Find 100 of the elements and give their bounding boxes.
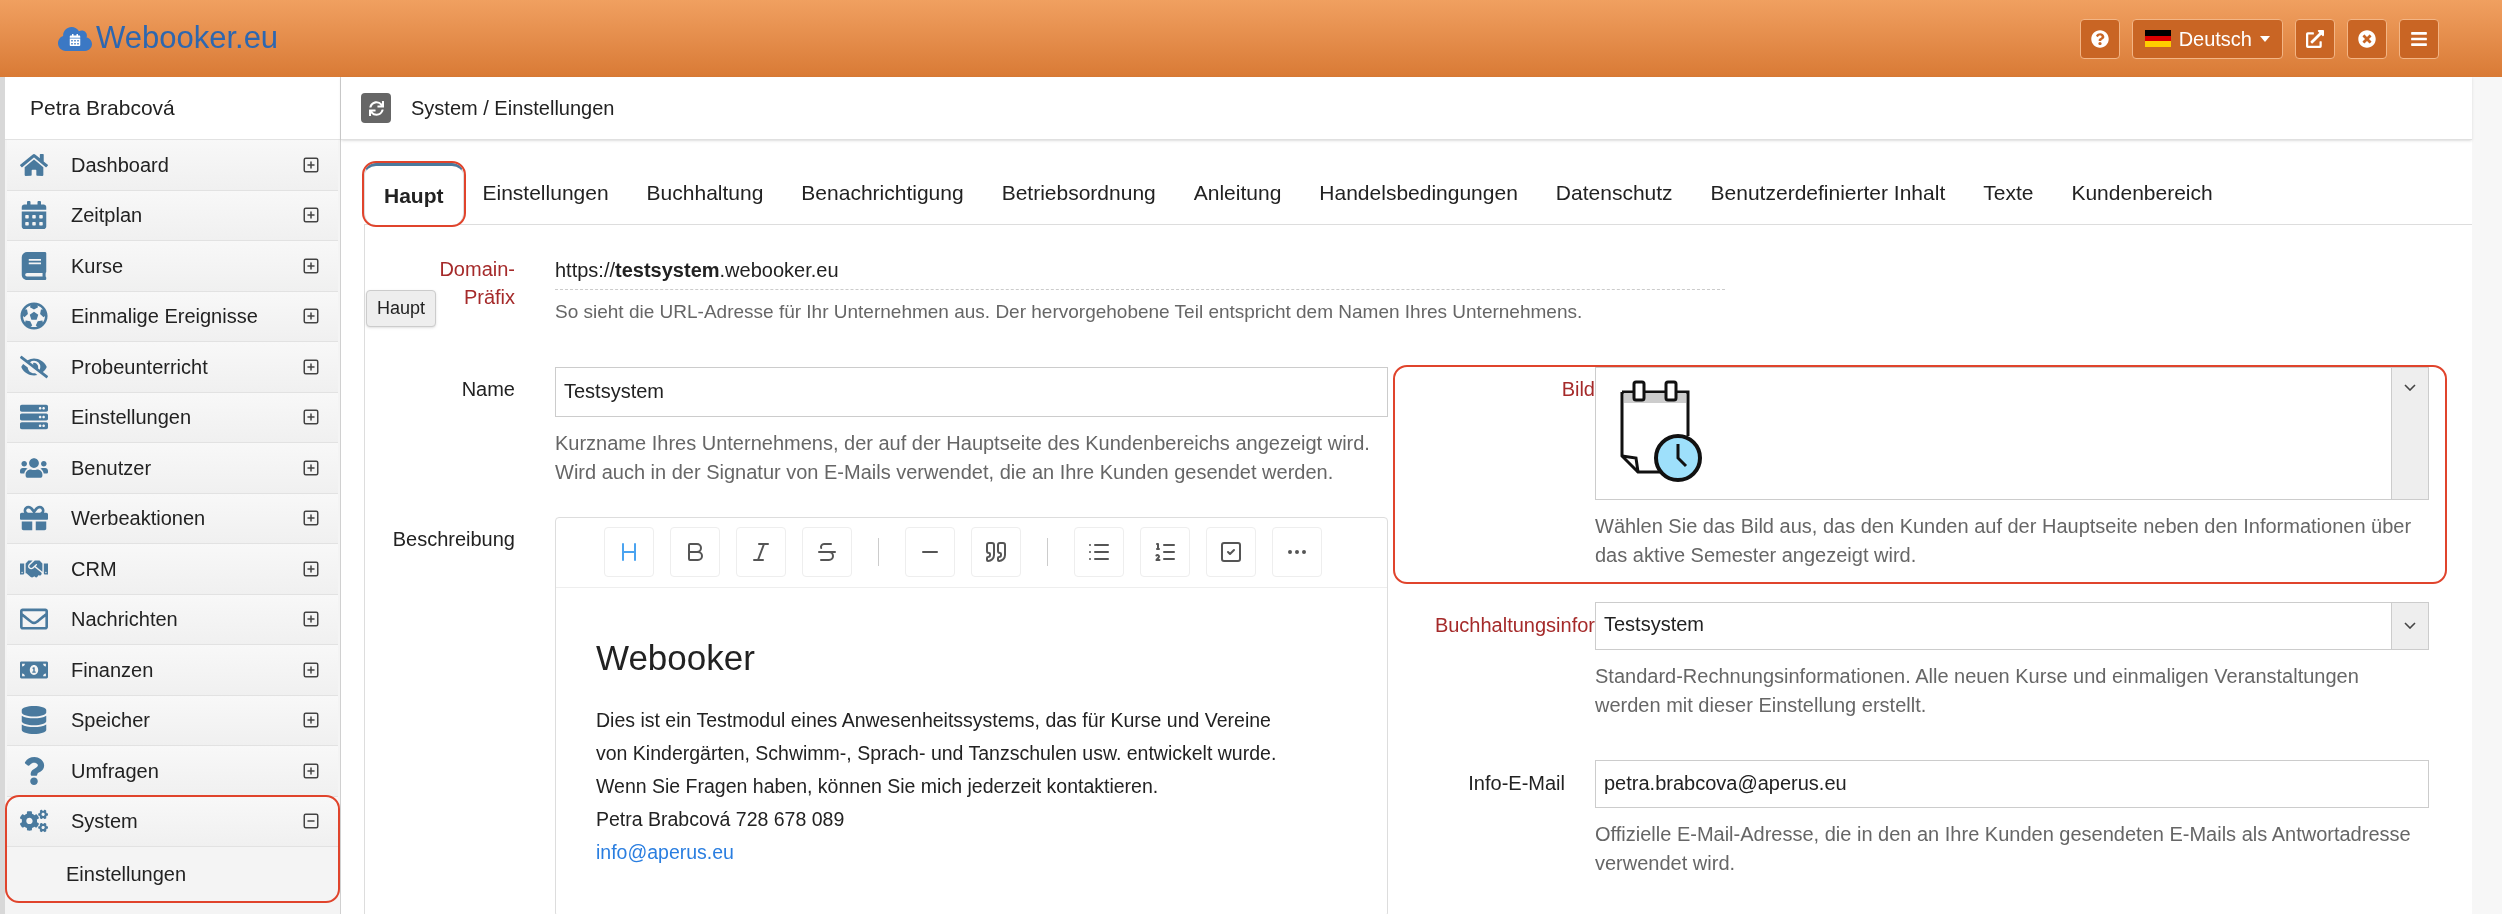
field-label: Bild <box>1561 376 1595 402</box>
field-label: Domain-Präfix <box>438 257 515 310</box>
email-link[interactable]: info@aperus.eu <box>596 841 734 863</box>
sidebar-item[interactable]: Kurse <box>7 241 338 292</box>
sidebar-item[interactable]: Umfragen <box>7 746 338 797</box>
tab[interactable]: Benutzerdefinierter Inhalt <box>1691 162 1965 224</box>
tab[interactable]: Einstellungen <box>463 162 628 224</box>
quote-icon[interactable] <box>971 527 1021 577</box>
expand-icon[interactable] <box>302 307 320 326</box>
bold-icon[interactable] <box>670 527 720 577</box>
sidebar-item[interactable]: Einmalige Ereignisse <box>7 291 338 342</box>
accounting-select[interactable]: Testsystem <box>1595 601 2429 650</box>
expand-icon[interactable] <box>302 458 320 477</box>
tab[interactable]: Haupt <box>364 163 464 225</box>
sidebar-item-label: Finanzen <box>71 657 154 683</box>
field-label: Info-E-Mail <box>1468 770 1565 796</box>
expand-icon[interactable] <box>302 357 320 376</box>
sidebar-item[interactable]: System <box>7 796 338 847</box>
breadcrumb: System / Einstellungen <box>411 96 615 121</box>
numbered-list-icon[interactable] <box>1140 527 1190 577</box>
expand-icon[interactable] <box>302 559 320 578</box>
sidebar-item[interactable]: Werbeaktionen <box>7 493 338 544</box>
sidebar-item-label: Nachrichten <box>71 607 178 633</box>
email-input[interactable]: petra.brabcova@aperus.eu <box>1595 759 2429 808</box>
help-text: So sieht die URL-Adresse für Ihr Unternehmen aus. Der hervorgehobene Teil entspricht dem Namen Ihres Unternehmens. <box>555 300 1584 324</box>
sidebar-item-label: Einstellungen <box>71 405 192 431</box>
sidebar-item[interactable]: Einstellungen <box>7 392 338 443</box>
tab[interactable]: Buchhaltung <box>627 162 783 224</box>
caret-icon <box>2260 35 2270 42</box>
tab[interactable]: Anleitung <box>1174 162 1301 224</box>
sidebar-item[interactable]: Nachrichten <box>7 594 338 645</box>
expand-icon[interactable] <box>302 206 320 225</box>
chevron-down-icon <box>2404 383 2416 391</box>
editor-text-line: Wenn Sie Fragen haben, können Sie mich jederzeit kontaktieren. <box>596 774 1160 799</box>
language-dropdown[interactable]: Deutsch <box>2131 18 2283 59</box>
sidebar-item-label: Speicher <box>71 708 150 734</box>
name-input[interactable]: Testsystem <box>555 366 1388 417</box>
strikethrough-icon[interactable] <box>802 527 852 577</box>
field-label: Name <box>461 376 515 402</box>
sidebar-subitem[interactable]: Einstellungen <box>7 847 338 901</box>
refresh-button[interactable] <box>361 93 391 123</box>
sidebar-item-label: System <box>71 809 138 835</box>
help-text: Kurzname Ihres Unternehmens, der auf der Hauptseite des Kundenbereichs angezeigt wird. Wird auch in der Signatur von E-Mails verwendet, die an Ihre Kunden gesendet werden. <box>555 430 1371 485</box>
expand-icon[interactable] <box>302 256 320 275</box>
editor-text-line: Dies ist ein Testmodul eines Anwesenheitssystems, das für Kurse und Vereine <box>596 708 1272 733</box>
expand-icon[interactable] <box>302 509 320 528</box>
flag-icon <box>2144 30 2171 47</box>
menu-icon <box>2410 29 2428 48</box>
tab[interactable]: Handelsbedingungen <box>1300 162 1537 224</box>
help-text: Offizielle E-Mail-Adresse, die in den an Ihre Kunden gesendeten E-Mails als Antwortadresse verwendet wird. <box>1595 821 2412 876</box>
external-link-icon <box>2306 29 2324 48</box>
editor-text-line: von Kindergärten, Schwimm-, Sprach- und Tanzschulen usw. entwickelt wurde. <box>596 741 1278 766</box>
italic-icon[interactable] <box>736 527 786 577</box>
help-text: Wählen Sie das Bild aus, das den Kunden auf der Hauptseite neben den Informationen über das aktive Semester angezeigt wird. <box>1595 513 2413 568</box>
sidebar-item-label: Werbeaktionen <box>71 506 206 532</box>
cloud-calendar-icon <box>58 24 92 53</box>
rich-text-editor[interactable] <box>555 516 1388 914</box>
sidebar-item-label: Kurse <box>71 253 124 279</box>
expand-icon[interactable] <box>302 610 320 629</box>
collapse-icon[interactable] <box>302 812 320 831</box>
sidebar-item-label: Zeitplan <box>71 203 143 229</box>
sidebar-item[interactable]: CRM <box>7 544 338 595</box>
heading-icon[interactable] <box>604 527 654 577</box>
sidebar-item[interactable]: Finanzen <box>7 645 338 696</box>
expand-icon[interactable] <box>302 761 320 780</box>
sidebar-item[interactable]: Benutzer <box>7 443 338 494</box>
field-label: Beschreibung <box>392 526 515 552</box>
checkbox-icon[interactable] <box>1206 527 1256 577</box>
tab[interactable]: Texte <box>1964 162 2053 224</box>
sidebar-item-label: CRM <box>71 556 117 582</box>
expand-icon[interactable] <box>302 711 320 730</box>
refresh-icon <box>368 100 384 116</box>
sidebar-item-label: Einmalige Ereignisse <box>71 304 258 330</box>
expand-icon[interactable] <box>302 408 320 427</box>
sidebar-item[interactable]: Zeitplan <box>7 190 338 241</box>
sidebar-item-label: Benutzer <box>71 455 152 481</box>
sidebar-item[interactable]: Probeunterricht <box>7 342 338 393</box>
gift-icon <box>17 504 51 533</box>
domain-value: https://testsystem.webooker.eu <box>555 255 1725 290</box>
expand-icon[interactable] <box>302 660 320 679</box>
editor-text-line: Petra Brabcová 728 678 089 <box>596 807 846 832</box>
help-icon <box>2090 29 2109 48</box>
server-icon <box>17 403 51 432</box>
field-label: Buchhaltungsinfor <box>1434 612 1595 638</box>
tab[interactable]: Datenschutz <box>1536 162 1692 224</box>
menu-button[interactable] <box>2399 18 2439 59</box>
tab[interactable]: Kundenbereich <box>2052 162 2232 224</box>
sidebar-item-label: Umfragen <box>71 758 159 784</box>
external-link-button[interactable] <box>2295 18 2335 59</box>
help-button[interactable] <box>2079 18 2120 59</box>
close-button[interactable] <box>2347 18 2387 59</box>
tab[interactable]: Benachrichtigung <box>782 162 983 224</box>
sidebar-item[interactable]: Speicher <box>7 695 338 746</box>
sidebar-item-label: Probeunterricht <box>71 354 208 380</box>
tab[interactable]: Betriebsordnung <box>982 162 1175 224</box>
chevron-down-icon <box>2404 622 2416 629</box>
image-select[interactable] <box>1595 366 2429 500</box>
sidebar-item[interactable]: Dashboard <box>7 140 338 191</box>
bullet-list-icon[interactable] <box>1074 527 1124 577</box>
expand-icon[interactable] <box>302 155 320 174</box>
